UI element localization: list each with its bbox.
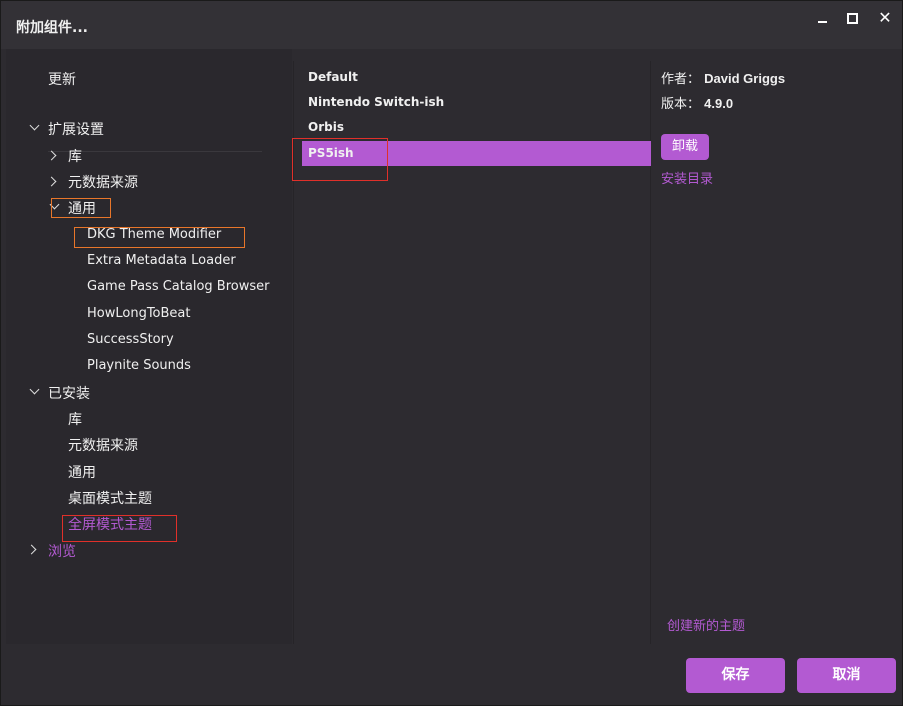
theme-item-ps5ish[interactable]: PS5ish: [308, 146, 354, 160]
addons-dialog: 附加组件... ✕ 更新 扩展设置 库 元数据来源 通用 DKG Theme M…: [0, 0, 903, 706]
sidebar-item-playnite-sounds[interactable]: Playnite Sounds: [87, 358, 191, 373]
maximize-icon: [847, 13, 858, 24]
chevron-right-icon[interactable]: [46, 150, 57, 161]
sidebar-item-update[interactable]: 更新: [48, 69, 76, 89]
version-label: 版本：: [661, 97, 701, 112]
sidebar-item-installed-library[interactable]: 库: [68, 409, 82, 429]
chevron-right-icon[interactable]: [46, 176, 57, 187]
author-row: 作者： David Griggs: [661, 68, 785, 87]
minimize-icon: [818, 21, 827, 23]
minimize-button[interactable]: [808, 5, 838, 31]
cancel-button[interactable]: 取消: [797, 658, 896, 693]
create-new-theme-link[interactable]: 创建新的主题: [667, 615, 745, 634]
uninstall-button[interactable]: 卸载: [661, 134, 709, 160]
sidebar-item-dkg-theme-modifier[interactable]: DKG Theme Modifier: [87, 227, 221, 242]
sidebar-item-game-pass-catalog-browser[interactable]: Game Pass Catalog Browser: [87, 279, 269, 294]
author-label: 作者：: [661, 72, 701, 87]
sidebar-item-successstory[interactable]: SuccessStory: [87, 332, 174, 347]
chevron-down-icon[interactable]: [49, 199, 60, 210]
theme-list-selection[interactable]: [302, 141, 651, 166]
sidebar-item-installed-metadata-sources[interactable]: 元数据来源: [68, 435, 138, 455]
theme-list: Default Nintendo Switch-ish Orbis PS5ish: [293, 61, 651, 644]
theme-item-default[interactable]: Default: [308, 70, 358, 84]
theme-item-nintendo-switch-ish[interactable]: Nintendo Switch-ish: [308, 95, 444, 109]
chevron-right-icon[interactable]: [26, 544, 37, 555]
sidebar-item-general[interactable]: 通用: [68, 198, 96, 218]
theme-item-orbis[interactable]: Orbis: [308, 120, 344, 134]
sidebar-item-metadata-sources[interactable]: 元数据来源: [68, 172, 138, 192]
sidebar-item-extension-settings[interactable]: 扩展设置: [48, 119, 104, 139]
sidebar-item-browse[interactable]: 浏览: [48, 541, 76, 561]
sidebar-item-installed[interactable]: 已安装: [48, 383, 90, 403]
chevron-down-icon[interactable]: [29, 120, 40, 131]
version-value: 4.9.0: [704, 96, 734, 111]
sidebar-item-desktop-themes[interactable]: 桌面模式主题: [68, 488, 152, 508]
sidebar-item-howlongtobeat[interactable]: HowLongToBeat: [87, 306, 191, 321]
sidebar-item-extra-metadata-loader[interactable]: Extra Metadata Loader: [87, 253, 236, 268]
close-icon: ✕: [878, 8, 892, 27]
save-button[interactable]: 保存: [686, 658, 785, 693]
title-bar: 附加组件... ✕: [1, 1, 902, 49]
window-title: 附加组件...: [16, 20, 88, 36]
version-row: 版本： 4.9.0: [661, 93, 733, 112]
sidebar-item-fullscreen-themes[interactable]: 全屏模式主题: [68, 514, 152, 534]
sidebar-item-installed-general[interactable]: 通用: [68, 462, 96, 482]
maximize-button[interactable]: [838, 5, 868, 31]
close-button[interactable]: ✕: [870, 5, 900, 31]
install-directory-link[interactable]: 安装目录: [661, 168, 713, 187]
author-value: David Griggs: [704, 71, 786, 86]
sidebar-nav: 更新 扩展设置 库 元数据来源 通用 DKG Theme Modifier Ex…: [6, 49, 292, 644]
sidebar-item-library[interactable]: 库: [68, 146, 82, 166]
chevron-down-icon[interactable]: [29, 384, 40, 395]
theme-details: 作者： David Griggs 版本： 4.9.0 卸载 安装目录 创建新的主…: [653, 61, 898, 644]
